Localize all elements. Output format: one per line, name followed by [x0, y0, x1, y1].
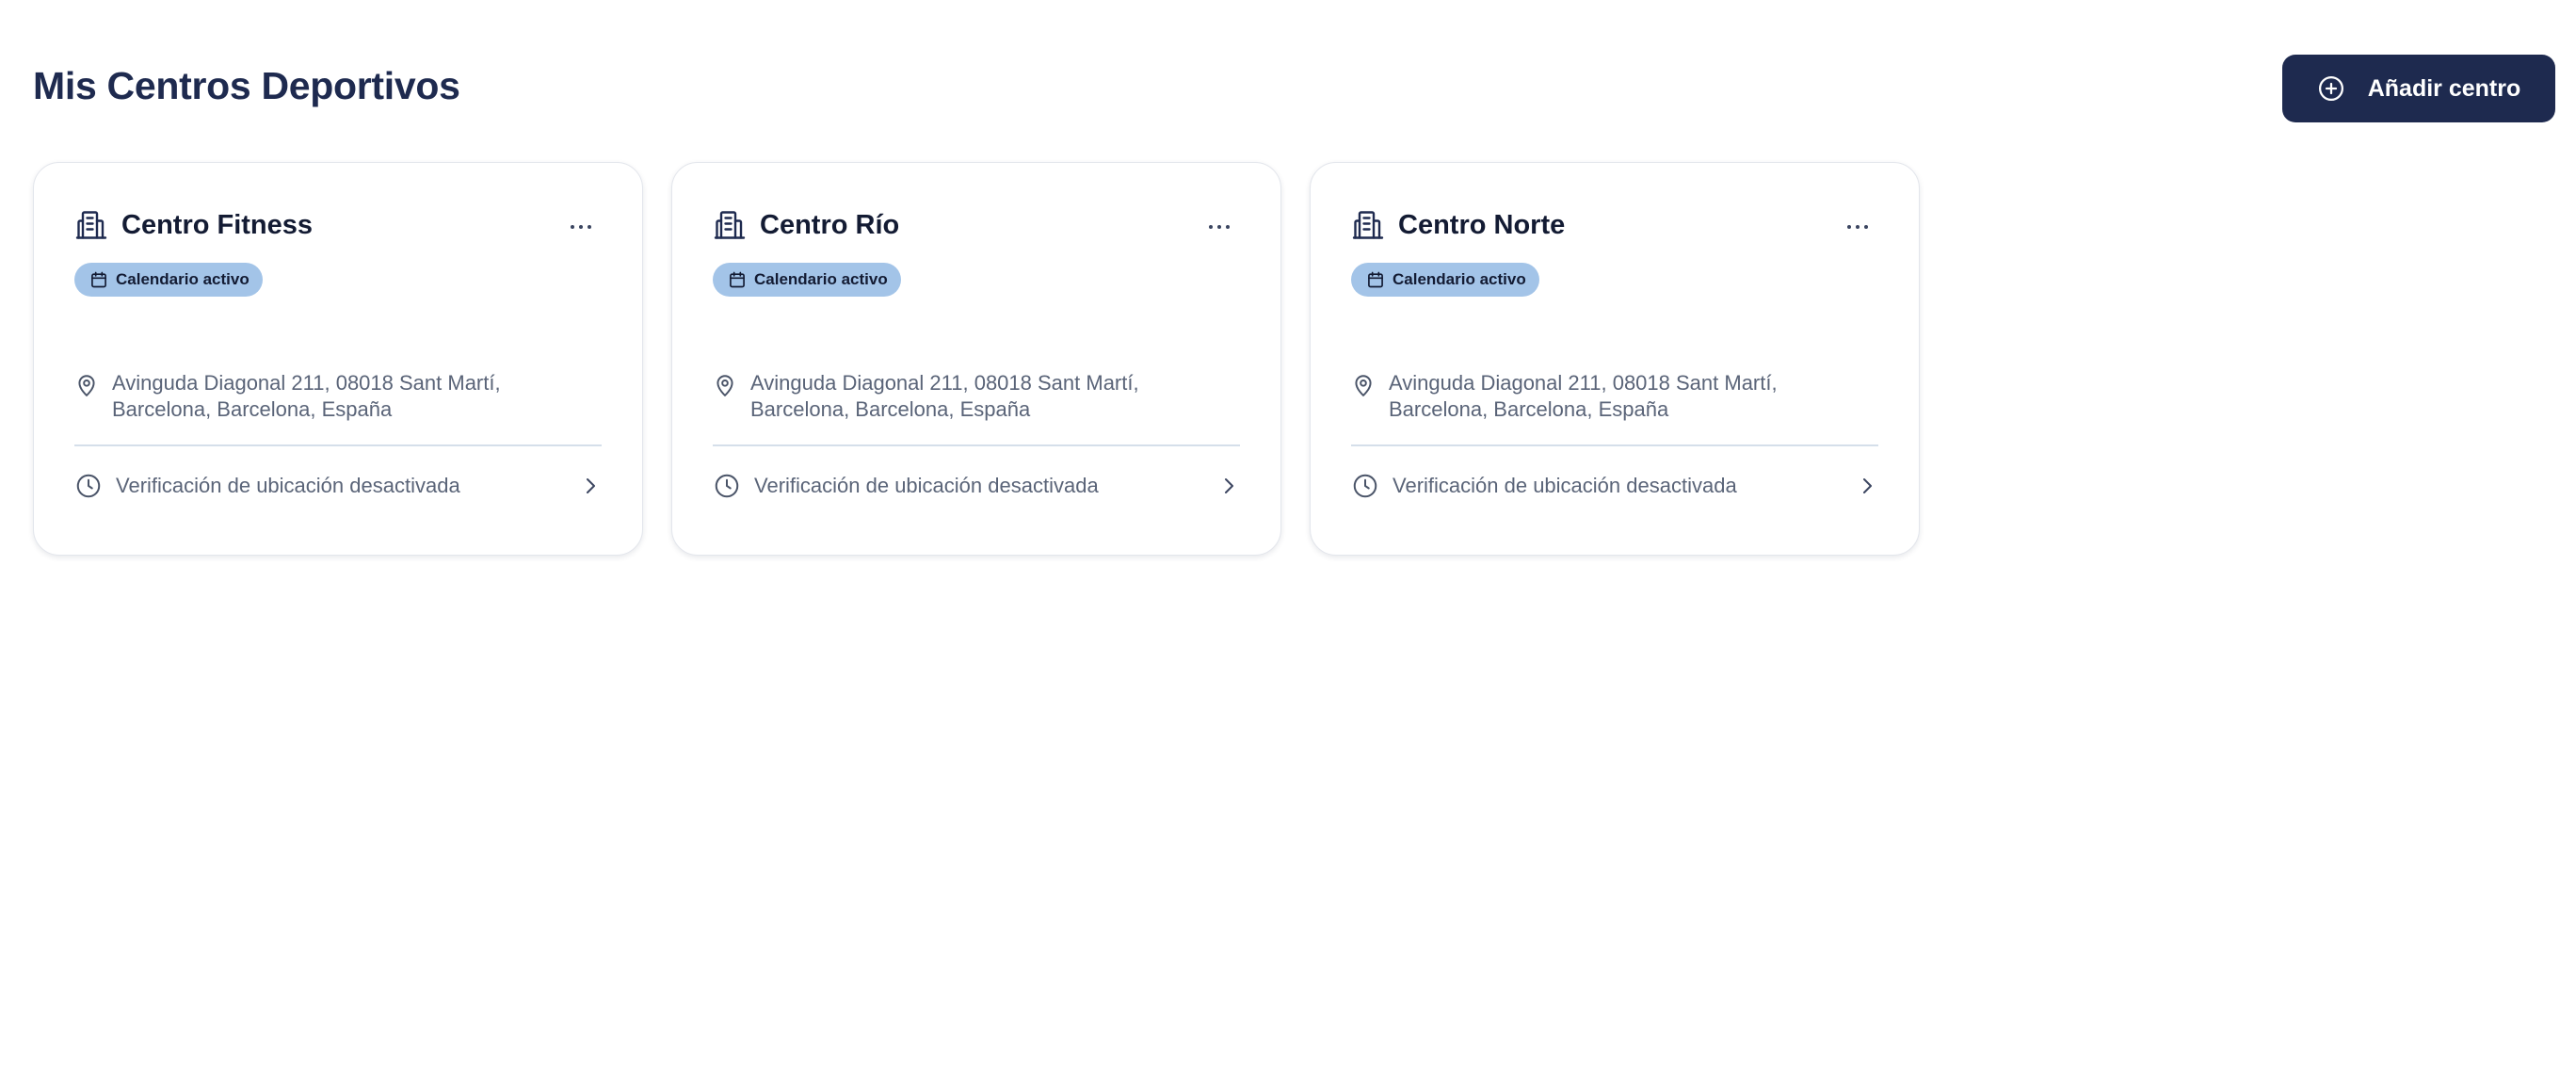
- status-badge: Calendario activo: [713, 263, 901, 297]
- verification-status: Verificación de ubicación desactivada: [754, 474, 1099, 497]
- location-verification-row[interactable]: Verificación de ubicación desactivada: [74, 472, 602, 500]
- page: Mis Centros Deportivos Añadir centro Cen…: [0, 0, 2576, 1082]
- center-address: Avinguda Diagonal 211, 08018 Sant Martí,…: [750, 371, 1139, 421]
- address-row: Avinguda Diagonal 211, 08018 Sant Martí,…: [713, 370, 1240, 423]
- clock-icon: [1351, 472, 1379, 500]
- clock-icon: [713, 472, 741, 500]
- calendar-icon: [728, 270, 747, 289]
- chevron-right-icon: [1217, 475, 1240, 497]
- divider: [713, 444, 1240, 446]
- center-name: Centro Norte: [1398, 209, 1566, 240]
- add-center-label: Añadir centro: [2367, 74, 2521, 102]
- add-center-button[interactable]: Añadir centro: [2282, 55, 2555, 122]
- ellipsis-icon: [1209, 225, 1213, 229]
- location-verification-row[interactable]: Verificación de ubicación desactivada: [1351, 472, 1878, 500]
- building-icon: [713, 208, 747, 242]
- location-pin-icon: [1351, 373, 1376, 397]
- status-badge: Calendario activo: [1351, 263, 1539, 297]
- more-options-button[interactable]: [1199, 210, 1240, 244]
- badge-label: Calendario activo: [754, 270, 888, 288]
- card-header: Centro Río: [713, 208, 1240, 242]
- divider: [74, 444, 602, 446]
- status-badge: Calendario activo: [74, 263, 263, 297]
- verification-status: Verificación de ubicación desactivada: [1393, 474, 1737, 497]
- clock-icon: [74, 472, 103, 500]
- center-card[interactable]: Centro Río Calendario activo Avinguda Di…: [671, 162, 1281, 556]
- location-pin-icon: [74, 373, 99, 397]
- calendar-icon: [89, 270, 108, 289]
- address-row: Avinguda Diagonal 211, 08018 Sant Martí,…: [74, 370, 602, 423]
- building-icon: [74, 208, 108, 242]
- verification-status: Verificación de ubicación desactivada: [116, 474, 460, 497]
- badge-label: Calendario activo: [116, 270, 250, 288]
- calendar-icon: [1366, 270, 1385, 289]
- center-name: Centro Fitness: [121, 209, 314, 240]
- plus-circle-icon: [2317, 74, 2345, 103]
- more-options-button[interactable]: [1837, 210, 1878, 244]
- center-card[interactable]: Centro Norte Calendario activo Avinguda …: [1310, 162, 1920, 556]
- card-header: Centro Norte: [1351, 208, 1878, 242]
- center-card-list: Centro Fitness Calendario activo Avingud…: [33, 162, 1920, 556]
- building-icon: [1351, 208, 1385, 242]
- ellipsis-icon: [571, 225, 574, 229]
- card-header: Centro Fitness: [74, 208, 602, 242]
- page-title: Mis Centros Deportivos: [33, 64, 460, 107]
- divider: [1351, 444, 1878, 446]
- center-address: Avinguda Diagonal 211, 08018 Sant Martí,…: [1389, 371, 1778, 421]
- center-name: Centro Río: [760, 209, 900, 240]
- center-address: Avinguda Diagonal 211, 08018 Sant Martí,…: [112, 371, 501, 421]
- address-row: Avinguda Diagonal 211, 08018 Sant Martí,…: [1351, 370, 1878, 423]
- more-options-button[interactable]: [560, 210, 602, 244]
- location-pin-icon: [713, 373, 737, 397]
- chevron-right-icon: [1856, 475, 1878, 497]
- center-card[interactable]: Centro Fitness Calendario activo Avingud…: [33, 162, 643, 556]
- badge-label: Calendario activo: [1393, 270, 1526, 288]
- location-verification-row[interactable]: Verificación de ubicación desactivada: [713, 472, 1240, 500]
- ellipsis-icon: [1847, 225, 1851, 229]
- chevron-right-icon: [579, 475, 602, 497]
